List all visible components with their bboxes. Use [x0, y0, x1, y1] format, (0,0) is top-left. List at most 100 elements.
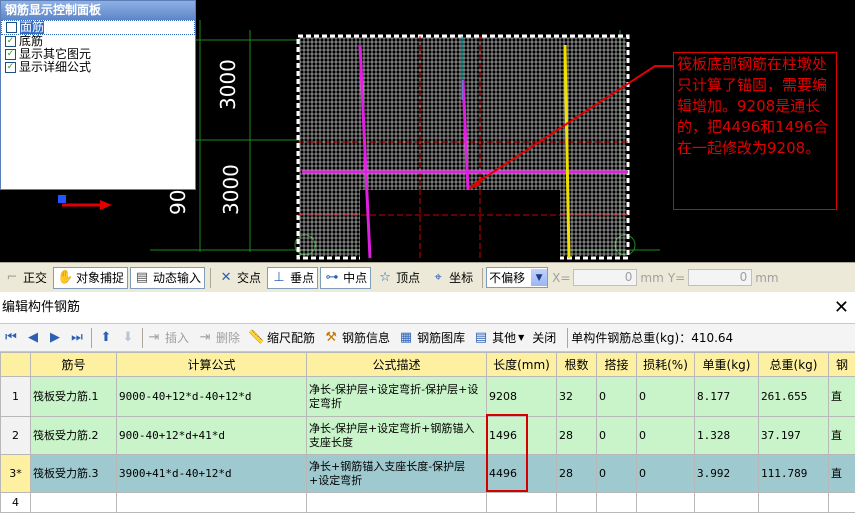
cell-loss[interactable]	[636, 492, 695, 513]
ortho-icon: ⌐	[6, 269, 18, 285]
cell-unit-weight[interactable]: 8.177	[694, 376, 759, 417]
y-coordinate: Y= 0 mm	[667, 269, 779, 286]
cell-total-weight[interactable]: 37.197	[758, 416, 829, 455]
edit-component-rebar-panel: 编辑构件钢筋 ✕ ⏮ ◀ ▶ ⏭ ⬆ ⬇ ⇥ 插入 ⇥ 删除 📏 缩尺配筋 ⚒ 钢筋信息…	[0, 292, 855, 515]
cell-loss[interactable]: 0	[636, 416, 695, 455]
cell-formula[interactable]: 3900+41*d-40+12*d	[116, 454, 307, 493]
table-row[interactable]: 1 筏板受力筋.1 9000-40+12*d-40+12*d 净长-保护层+设定…	[0, 376, 855, 417]
cell-count[interactable]: 32	[556, 376, 597, 417]
dimension-label-left: 90	[166, 189, 190, 215]
cell-desc[interactable]: 净长-保护层+设定弯折+钢筋锚入支座长度	[306, 416, 487, 455]
cell-desc[interactable]: 净长+钢筋锚入支座长度-保护层+设定弯折	[306, 454, 487, 493]
cell-loss[interactable]: 0	[636, 454, 695, 493]
cell-lap[interactable]	[596, 492, 637, 513]
rebar-display-control-panel[interactable]: 钢筋显示控制面板 面筋 ✓ 底筋 ✓ 显示其它图元 ✓ 显示详细公式	[0, 0, 196, 190]
dynamic-input-button[interactable]: ▤ 动态输入	[130, 266, 206, 289]
other-icon: ▤	[474, 329, 488, 345]
vertex-button[interactable]: ☆ 顶点	[373, 267, 424, 289]
cell-length[interactable]	[486, 492, 557, 513]
cell-desc[interactable]	[306, 492, 487, 513]
panel-item-detail-formula[interactable]: ✓ 显示详细公式	[1, 61, 195, 74]
toolbar-separator	[482, 267, 484, 288]
vertex-icon: ☆	[379, 269, 391, 285]
cell-lap[interactable]: 0	[596, 416, 637, 455]
column-header: 搭接	[596, 352, 637, 377]
ortho-button[interactable]: ⌐ 正交	[0, 267, 51, 289]
close-icon[interactable]: ✕	[834, 292, 849, 324]
move-down-icon[interactable]: ⬇	[117, 330, 139, 345]
close-button[interactable]: 关闭	[532, 329, 556, 346]
cell-unit-weight[interactable]: 3.992	[694, 454, 759, 493]
row-number: 3*	[0, 454, 31, 493]
insert-button[interactable]: ⇥ 插入	[146, 329, 189, 346]
column-header: 公式描述	[306, 352, 487, 377]
intersection-button[interactable]: ✕ 交点	[214, 267, 265, 289]
table-row[interactable]: 4	[0, 492, 855, 513]
column-header: 根数	[556, 352, 597, 377]
x-coordinate-input[interactable]: 0	[573, 269, 638, 286]
cell-name[interactable]: 筏板受力筋.1	[30, 376, 117, 417]
column-header: 损耗(%)	[636, 352, 695, 377]
checkbox-checked-icon[interactable]: ✓	[5, 62, 16, 73]
table-row[interactable]: 3* 筏板受力筋.3 3900+41*d-40+12*d 净长+钢筋锚入支座长度…	[0, 454, 855, 493]
cell-name[interactable]: 筏板受力筋.2	[30, 416, 117, 455]
cell-lap[interactable]: 0	[596, 376, 637, 417]
chevron-down-icon[interactable]: ▼	[531, 269, 548, 286]
cell-formula[interactable]: 9000-40+12*d-40+12*d	[116, 376, 307, 417]
move-up-icon[interactable]: ⬆	[95, 330, 117, 345]
editor-toolbar: ⏮ ◀ ▶ ⏭ ⬆ ⬇ ⇥ 插入 ⇥ 删除 📏 缩尺配筋 ⚒ 钢筋信息 ▦ 钢筋图库 ▤ 其…	[0, 324, 855, 352]
last-record-icon[interactable]: ⏭	[66, 330, 88, 345]
next-record-icon[interactable]: ▶	[44, 330, 66, 345]
panel-item-label: 面筋	[20, 20, 45, 34]
cad-drawing-canvas[interactable]: 3000 3000 90 钢筋显示控制面板 面筋 ✓ 底筋 ✓ 显示其它图元 ✓…	[0, 0, 855, 262]
cell-type[interactable]: 直	[828, 376, 855, 417]
cell-type[interactable]: 直	[828, 416, 855, 455]
cell-total-weight[interactable]: 111.789	[758, 454, 829, 493]
checkbox-unchecked-icon[interactable]	[6, 22, 17, 33]
previous-record-icon[interactable]: ◀	[22, 330, 44, 345]
cell-unit-weight[interactable]: 1.328	[694, 416, 759, 455]
checkbox-checked-icon[interactable]: ✓	[5, 36, 16, 47]
cell-formula[interactable]	[116, 492, 307, 513]
rebar-info-button[interactable]: ⚒ 钢筋信息	[323, 329, 390, 346]
cell-total-weight[interactable]: 261.655	[758, 376, 829, 417]
cell-name[interactable]	[30, 492, 117, 513]
column-header: 总重(kg)	[758, 352, 829, 377]
dimension-label-middle: 3000	[219, 164, 243, 215]
object-snap-icon: ✋	[57, 269, 74, 285]
perpendicular-icon: ⊥	[273, 269, 285, 285]
table-row[interactable]: 2 筏板受力筋.2 900-40+12*d+41*d 净长-保护层+设定弯折+钢…	[0, 416, 855, 455]
row-number: 2	[0, 416, 31, 455]
cell-name[interactable]: 筏板受力筋.3	[30, 454, 117, 493]
cell-type[interactable]	[828, 492, 855, 513]
cell-length[interactable]: 9208	[486, 376, 557, 417]
cell-type[interactable]: 直	[828, 454, 855, 493]
intersection-icon: ✕	[220, 269, 232, 285]
cell-total-weight[interactable]	[758, 492, 829, 513]
rebar-library-button[interactable]: ▦ 钢筋图库	[398, 329, 465, 346]
table-header-row: 筋号 计算公式 公式描述 长度(mm) 根数 搭接 损耗(%) 单重(kg) 总…	[0, 352, 855, 377]
object-snap-button[interactable]: ✋ 对象捕捉	[53, 266, 129, 289]
coordinate-button[interactable]: ⌖ 坐标	[426, 267, 477, 289]
y-coordinate-input[interactable]: 0	[688, 269, 753, 286]
cell-formula[interactable]: 900-40+12*d+41*d	[116, 416, 307, 455]
cell-count[interactable]	[556, 492, 597, 513]
perpendicular-button[interactable]: ⊥ 垂点	[267, 266, 319, 289]
scale-rebar-button[interactable]: 📏 缩尺配筋	[248, 329, 315, 346]
toolbar-separator	[567, 327, 569, 348]
offset-select[interactable]: 不偏移 ▼	[486, 267, 549, 288]
first-record-icon[interactable]: ⏮	[0, 330, 22, 345]
coordinate-icon: ⌖	[434, 269, 442, 285]
row-number-header	[0, 352, 31, 377]
cell-count[interactable]: 28	[556, 454, 597, 493]
cell-loss[interactable]: 0	[636, 376, 695, 417]
panel-item-top-rebar[interactable]: 面筋	[1, 20, 195, 35]
cell-desc[interactable]: 净长-保护层+设定弯折-保护层+设定弯折	[306, 376, 487, 417]
delete-button[interactable]: ⇥ 删除	[197, 329, 240, 346]
midpoint-button[interactable]: ⊶ 中点	[320, 266, 372, 289]
checkbox-checked-icon[interactable]: ✓	[5, 49, 16, 60]
other-menu-button[interactable]: ▤ 其他 ▼	[473, 329, 524, 346]
cell-unit-weight[interactable]	[694, 492, 759, 513]
cell-count[interactable]: 28	[556, 416, 597, 455]
cell-lap[interactable]: 0	[596, 454, 637, 493]
